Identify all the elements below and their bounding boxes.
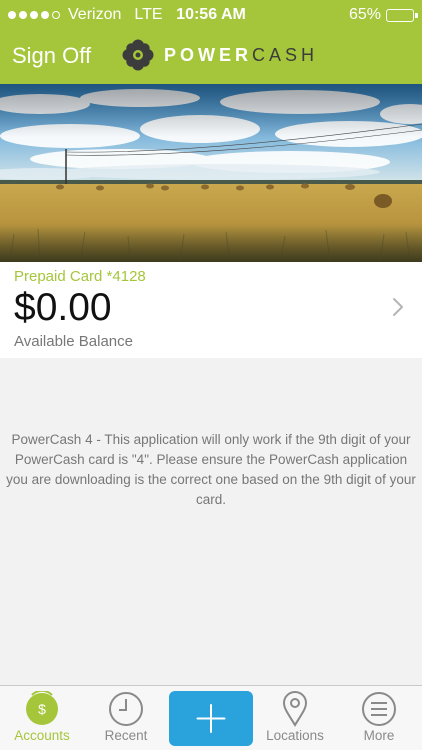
clock-icon — [109, 692, 143, 726]
battery-percent: 65% — [348, 6, 381, 23]
account-card[interactable]: Prepaid Card *4128 $0.00 Available Balan… — [0, 262, 422, 358]
balance-amount: $0.00 — [14, 286, 112, 329]
logo-wordmark: POWERCASH — [164, 45, 318, 66]
powercash-logo: POWERCASH — [122, 39, 318, 71]
svg-text:$: $ — [38, 701, 46, 717]
tab-more[interactable]: More — [337, 686, 421, 750]
dollar-icon: $ — [26, 691, 58, 725]
tab-locations[interactable]: Locations — [253, 686, 337, 750]
flower-logo-icon — [122, 39, 154, 71]
tab-accounts[interactable]: $ Accounts — [0, 686, 84, 750]
notice-text: PowerCash 4 - This application will only… — [6, 432, 416, 507]
map-pin-icon — [282, 691, 308, 727]
balance-label: Available Balance — [14, 333, 133, 350]
logo-word-power: POWER — [164, 44, 253, 65]
tab-recent-label: Recent — [104, 728, 148, 743]
hero-landscape-image — [0, 84, 422, 262]
tab-locations-label: Locations — [266, 728, 324, 743]
chevron-right-icon[interactable] — [392, 297, 404, 317]
tab-accounts-label: Accounts — [14, 728, 70, 743]
battery-indicator: 65% — [348, 6, 418, 24]
tab-recent[interactable]: Recent — [84, 686, 168, 750]
plus-icon — [196, 704, 226, 733]
add-button[interactable] — [169, 691, 253, 746]
tab-bar: $ Accounts Recent Locations More — [0, 685, 422, 750]
menu-icon — [362, 692, 396, 726]
card-label: Prepaid Card *4128 — [14, 268, 146, 285]
battery-icon — [386, 8, 418, 22]
tab-more-label: More — [363, 728, 395, 743]
status-bar: Verizon LTE 10:56 AM 65% — [0, 0, 422, 30]
sign-off-button[interactable]: Sign Off — [12, 43, 91, 69]
nav-bar: Sign Off POWERCASH — [0, 30, 422, 84]
logo-word-cash: CASH — [252, 44, 319, 65]
